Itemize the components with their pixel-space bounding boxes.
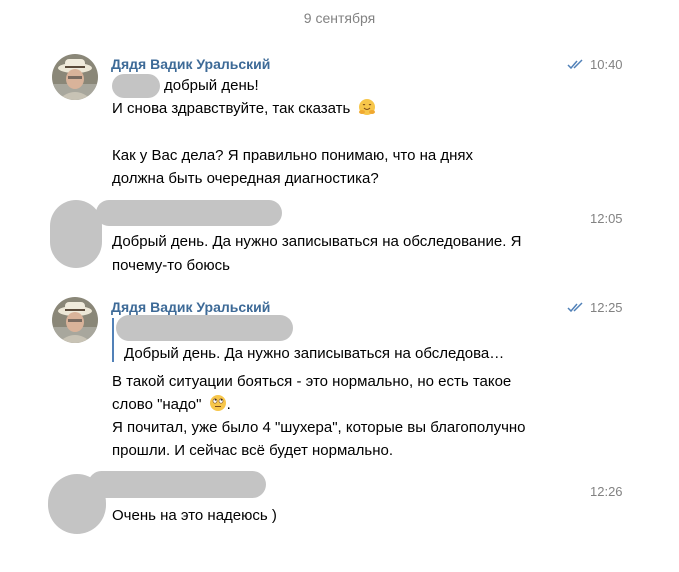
date-separator: 9 сентября [303,10,376,26]
redacted-name [112,74,160,98]
message-text: слово "надо" [112,396,202,413]
message-text-line: Как у Вас дела? Я правильно понимаю, что… [112,147,474,164]
redacted-avatar [50,200,102,268]
quote-text: Добрый день. Да нужно записываться на об… [124,345,505,362]
message-text: И снова здравствуйте, так сказать [112,100,351,117]
message-text-line: Я почитал, уже было 4 "шухера", которые … [112,419,526,436]
eye-roll-emoji [209,395,226,411]
message-text-line: И снова здравствуйте, так сказать [112,97,376,120]
avatar[interactable] [52,297,98,343]
sender-name[interactable]: Дядя Вадик Уральский [111,56,270,72]
read-checkmarks-icon [567,302,583,312]
chat-history: 9 сентября Дядя Вадик Уральский 10:40 до… [0,0,679,572]
read-checkmarks-icon [567,59,583,69]
message-text-line: почему-то боюсь [112,257,230,274]
message-text-line: В такой ситуации бояться - это нормально… [112,373,512,390]
sender-name[interactable]: Дядя Вадик Уральский [111,299,270,315]
hugging-face-emoji [358,99,375,115]
avatar-photo [52,54,98,100]
message-text-line: слово "надо" . [112,393,231,416]
message-time[interactable]: 12:25 [590,300,623,315]
message-time[interactable]: 10:40 [590,57,623,72]
message-text-line: Добрый день. Да нужно записываться на об… [112,233,522,250]
avatar[interactable] [52,54,98,100]
message-text: . [226,396,231,413]
redacted-quote-author [116,315,293,341]
message-time[interactable]: 12:05 [590,211,623,226]
message-time[interactable]: 12:26 [590,484,623,499]
message-text-line: Очень на это надеюсь ) [112,507,277,524]
redacted-sender-name [96,200,282,226]
avatar-photo [52,297,98,343]
quote-bar [112,318,114,362]
redacted-sender-name [88,471,266,498]
message-text-line: добрый день! [164,77,259,94]
message-text-line: должна быть очередная диагностика? [112,170,379,187]
message-text-line: прошли. И сейчас всё будет нормально. [112,442,393,459]
